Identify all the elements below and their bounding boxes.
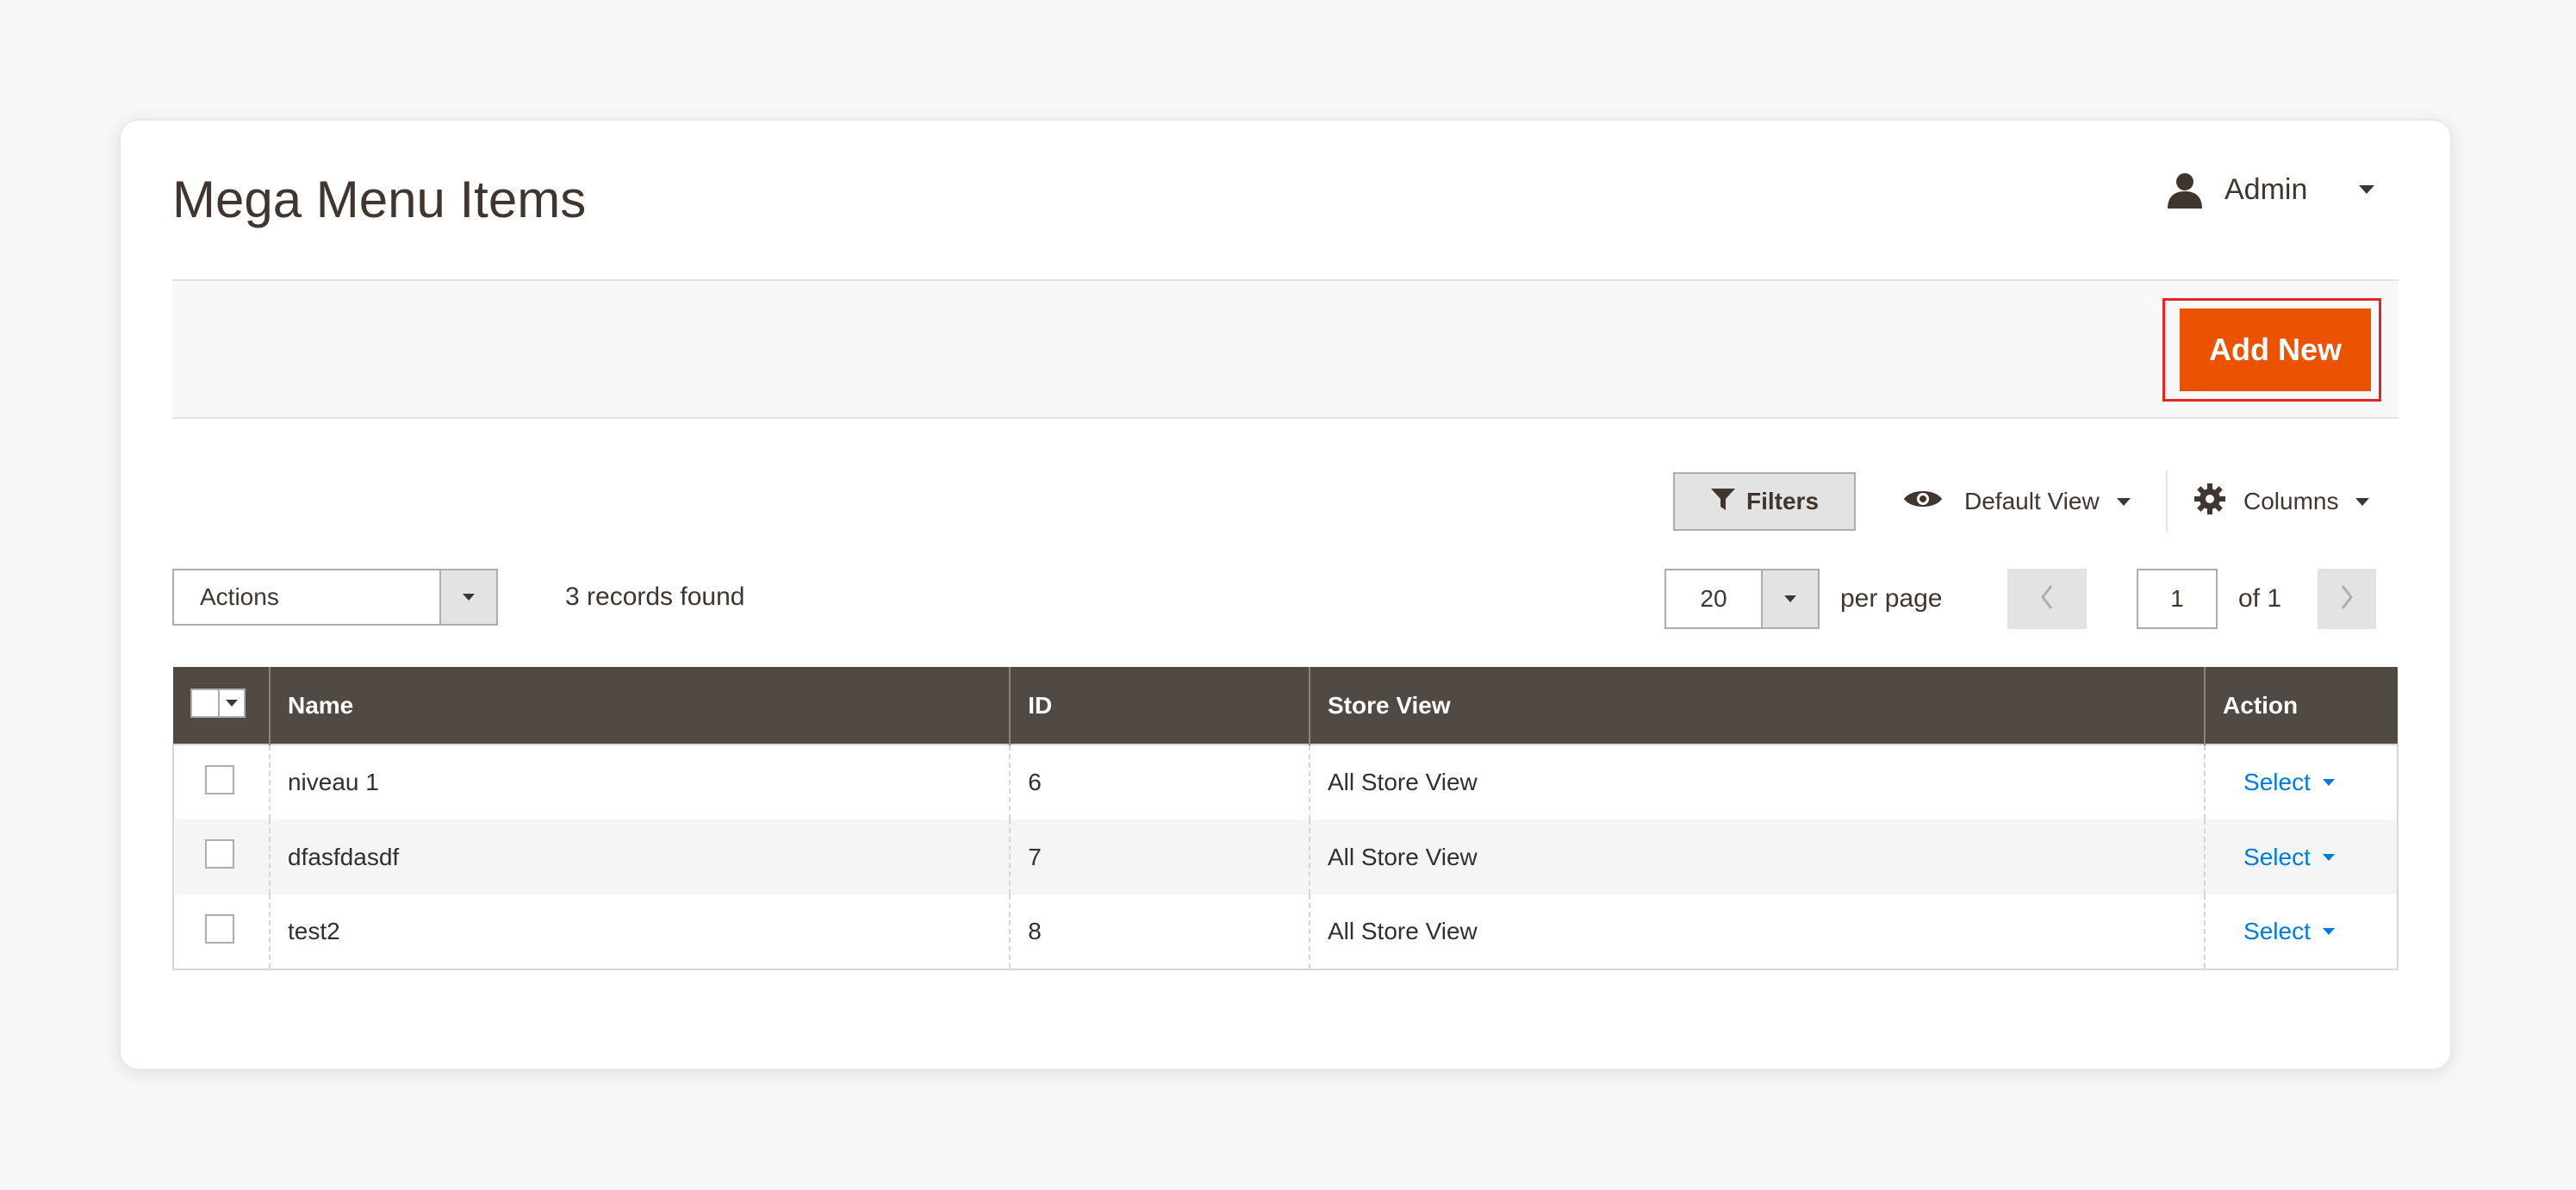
row-action-select[interactable]: Select (2243, 769, 2335, 796)
row-checkbox[interactable] (205, 839, 234, 869)
chevron-down-icon (2322, 779, 2335, 786)
add-new-button[interactable]: Add New (2180, 308, 2371, 391)
total-pages: of 1 (2238, 584, 2282, 613)
chevron-down-icon (463, 594, 475, 601)
cell-id: 6 (1009, 745, 1310, 819)
select-label: Select (2243, 918, 2311, 944)
row-checkbox[interactable] (205, 913, 234, 944)
view-label: Default View (1964, 488, 2100, 514)
admin-menu[interactable]: Admin (2166, 164, 2375, 215)
column-header-action: Action (2204, 667, 2398, 745)
cell-id: 8 (1009, 894, 1310, 970)
filter-icon (1710, 486, 1736, 518)
per-page-toggle[interactable] (1761, 570, 1818, 627)
per-page-value: 20 (1700, 585, 1727, 612)
filters-button[interactable]: Filters (1673, 472, 1856, 531)
cell-store-view: All Store View (1308, 819, 2206, 894)
admin-name: Admin (2224, 172, 2308, 206)
row-checkbox-cell (173, 745, 270, 819)
columns-control[interactable]: Columns (2193, 479, 2370, 524)
select-label: Select (2243, 843, 2311, 870)
chevron-down-icon (226, 700, 238, 707)
chevron-down-icon (2355, 497, 2370, 506)
row-checkbox-cell (173, 819, 270, 894)
eye-icon (1902, 486, 1944, 518)
table-row[interactable]: dfasfdasdf 7 All Store View Select (173, 819, 2398, 894)
current-page-input[interactable] (2137, 569, 2218, 629)
column-header-name[interactable]: Name (268, 667, 1011, 745)
cell-action: Select (2204, 894, 2398, 970)
chevron-right-icon (2338, 583, 2355, 615)
data-grid: Name ID Store View Action niveau 1 6 All… (172, 667, 2399, 970)
cell-store-view: All Store View (1308, 745, 2206, 819)
actions-value: Actions (200, 583, 279, 610)
table-row[interactable]: test2 8 All Store View Select (173, 894, 2398, 970)
page-title: Mega Menu Items (172, 171, 587, 228)
per-page-select[interactable]: 20 (1664, 569, 1820, 629)
chevron-down-icon (2322, 928, 2335, 935)
columns-label: Columns (2243, 488, 2339, 514)
chevron-down-icon (2322, 853, 2335, 861)
cell-name: niveau 1 (268, 745, 1011, 819)
previous-page-button[interactable] (2007, 569, 2087, 629)
chevron-down-icon (2116, 497, 2131, 506)
records-count: 3 records found (565, 583, 745, 611)
cell-name: test2 (268, 894, 1011, 970)
page-actions-bar (172, 279, 2399, 419)
actions-dropdown-toggle[interactable] (439, 570, 496, 624)
select-label: Select (2243, 769, 2311, 795)
chevron-down-icon (2359, 185, 2375, 194)
row-action-select[interactable]: Select (2243, 918, 2335, 945)
chevron-left-icon (2038, 583, 2056, 615)
row-checkbox[interactable] (205, 764, 234, 794)
mass-select-toggle[interactable] (218, 690, 244, 716)
column-header-store-view[interactable]: Store View (1308, 667, 2206, 745)
chevron-down-icon (1784, 595, 1796, 602)
checkbox[interactable] (192, 690, 218, 716)
row-checkbox-cell (173, 894, 270, 970)
divider (2166, 470, 2168, 533)
cell-id: 7 (1009, 819, 1310, 894)
cell-store-view: All Store View (1308, 894, 2206, 970)
user-icon (2166, 171, 2204, 209)
gear-icon (2193, 483, 2226, 521)
filters-label: Filters (1745, 488, 1820, 514)
cell-action: Select (2204, 745, 2398, 819)
table-row[interactable]: niveau 1 6 All Store View Select (173, 745, 2398, 819)
mass-select-checkbox[interactable] (190, 688, 246, 718)
column-header-id[interactable]: ID (1009, 667, 1310, 745)
cell-name: dfasfdasdf (268, 819, 1011, 894)
per-page-label: per page (1840, 584, 1943, 613)
actions-dropdown[interactable]: Actions (172, 569, 498, 626)
mass-select-header (173, 667, 270, 745)
view-switcher[interactable]: Default View (1902, 479, 2131, 524)
cell-action: Select (2204, 819, 2398, 894)
next-page-button[interactable] (2318, 569, 2376, 629)
grid-header-row: Name ID Store View Action (173, 667, 2398, 745)
row-action-select[interactable]: Select (2243, 844, 2335, 871)
